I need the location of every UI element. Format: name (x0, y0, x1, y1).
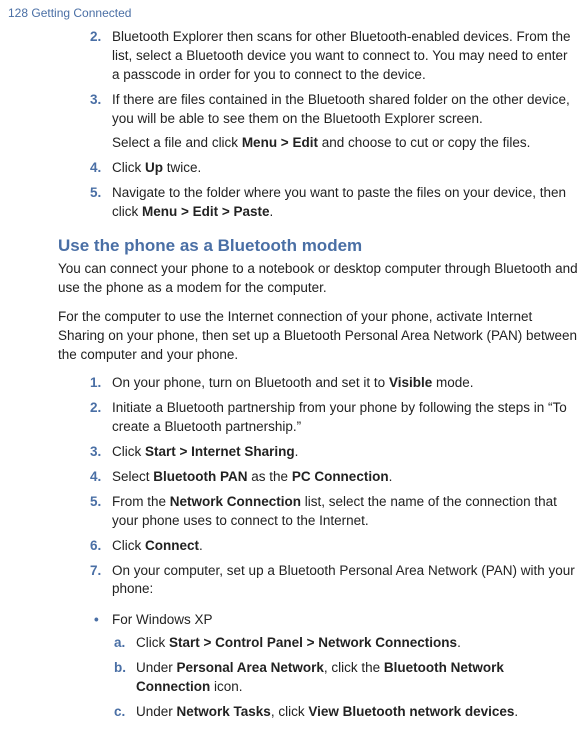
step-5b: 5. From the Network Connection list, sel… (88, 493, 578, 531)
step-number: 3. (90, 443, 101, 462)
step-text: On your computer, set up a Bluetooth Per… (112, 563, 575, 597)
step-7b: 7. On your computer, set up a Bluetooth … (88, 562, 578, 600)
step-text: Navigate to the folder where you want to… (112, 185, 566, 219)
step-number: 3. (90, 91, 101, 110)
step-text: If there are files contained in the Blue… (112, 92, 570, 126)
step-4b: 4. Select Bluetooth PAN as the PC Connec… (88, 468, 578, 487)
page: 128 Getting Connected 2. Bluetooth Explo… (0, 0, 584, 722)
intro-paragraph-2: For the computer to use the Internet con… (58, 308, 578, 365)
substep-text: Click Start > Control Panel > Network Co… (136, 635, 461, 650)
substep-c: c. Under Network Tasks, click View Bluet… (112, 703, 578, 722)
substep-b: b. Under Personal Area Network, click th… (112, 659, 578, 697)
steps-list-1: 2. Bluetooth Explorer then scans for oth… (88, 28, 578, 222)
steps-list-2: 1. On your phone, turn on Bluetooth and … (88, 374, 578, 599)
bullet-icon: • (94, 611, 99, 630)
step-number: 4. (90, 468, 101, 487)
step-number: 6. (90, 537, 101, 556)
step-3: 3. If there are files contained in the B… (88, 91, 578, 154)
step-2: 2. Bluetooth Explorer then scans for oth… (88, 28, 578, 85)
bullet-windows-xp: • For Windows XP a. Click Start > Contro… (88, 611, 578, 721)
substep-text: Under Network Tasks, click View Bluetoot… (136, 704, 518, 719)
step-text: Initiate a Bluetooth partnership from yo… (112, 400, 567, 434)
step-1: 1. On your phone, turn on Bluetooth and … (88, 374, 578, 393)
step-4: 4. Click Up twice. (88, 159, 578, 178)
step-number: 1. (90, 374, 101, 393)
step-text: Bluetooth Explorer then scans for other … (112, 29, 571, 82)
content-area: 2. Bluetooth Explorer then scans for oth… (8, 28, 580, 722)
step-text: Click Up twice. (112, 160, 201, 175)
section-title: Use the phone as a Bluetooth modem (58, 236, 578, 256)
step-text: From the Network Connection list, select… (112, 494, 557, 528)
substep-letter: c. (114, 703, 125, 722)
substep-letter: a. (114, 634, 125, 653)
step-text: Click Connect. (112, 538, 203, 553)
step-number: 7. (90, 562, 101, 581)
step-text: Click Start > Internet Sharing. (112, 444, 298, 459)
step-text: On your phone, turn on Bluetooth and set… (112, 375, 474, 390)
substeps-list: a. Click Start > Control Panel > Network… (112, 634, 578, 722)
step-5: 5. Navigate to the folder where you want… (88, 184, 578, 222)
page-header: 128 Getting Connected (8, 6, 580, 20)
step-3b: 3. Click Start > Internet Sharing. (88, 443, 578, 462)
step-number: 4. (90, 159, 101, 178)
step-6b: 6. Click Connect. (88, 537, 578, 556)
step-number: 5. (90, 493, 101, 512)
step-number: 2. (90, 28, 101, 47)
step-number: 5. (90, 184, 101, 203)
step-number: 2. (90, 399, 101, 418)
step-3-extra: Select a file and click Menu > Edit and … (112, 134, 578, 153)
substep-a: a. Click Start > Control Panel > Network… (112, 634, 578, 653)
substep-text: Under Personal Area Network, click the B… (136, 660, 504, 694)
substep-letter: b. (114, 659, 126, 678)
step-text: Select Bluetooth PAN as the PC Connectio… (112, 469, 392, 484)
intro-paragraph-1: You can connect your phone to a notebook… (58, 260, 578, 298)
step-2b: 2. Initiate a Bluetooth partnership from… (88, 399, 578, 437)
bullet-text: For Windows XP (112, 612, 213, 627)
